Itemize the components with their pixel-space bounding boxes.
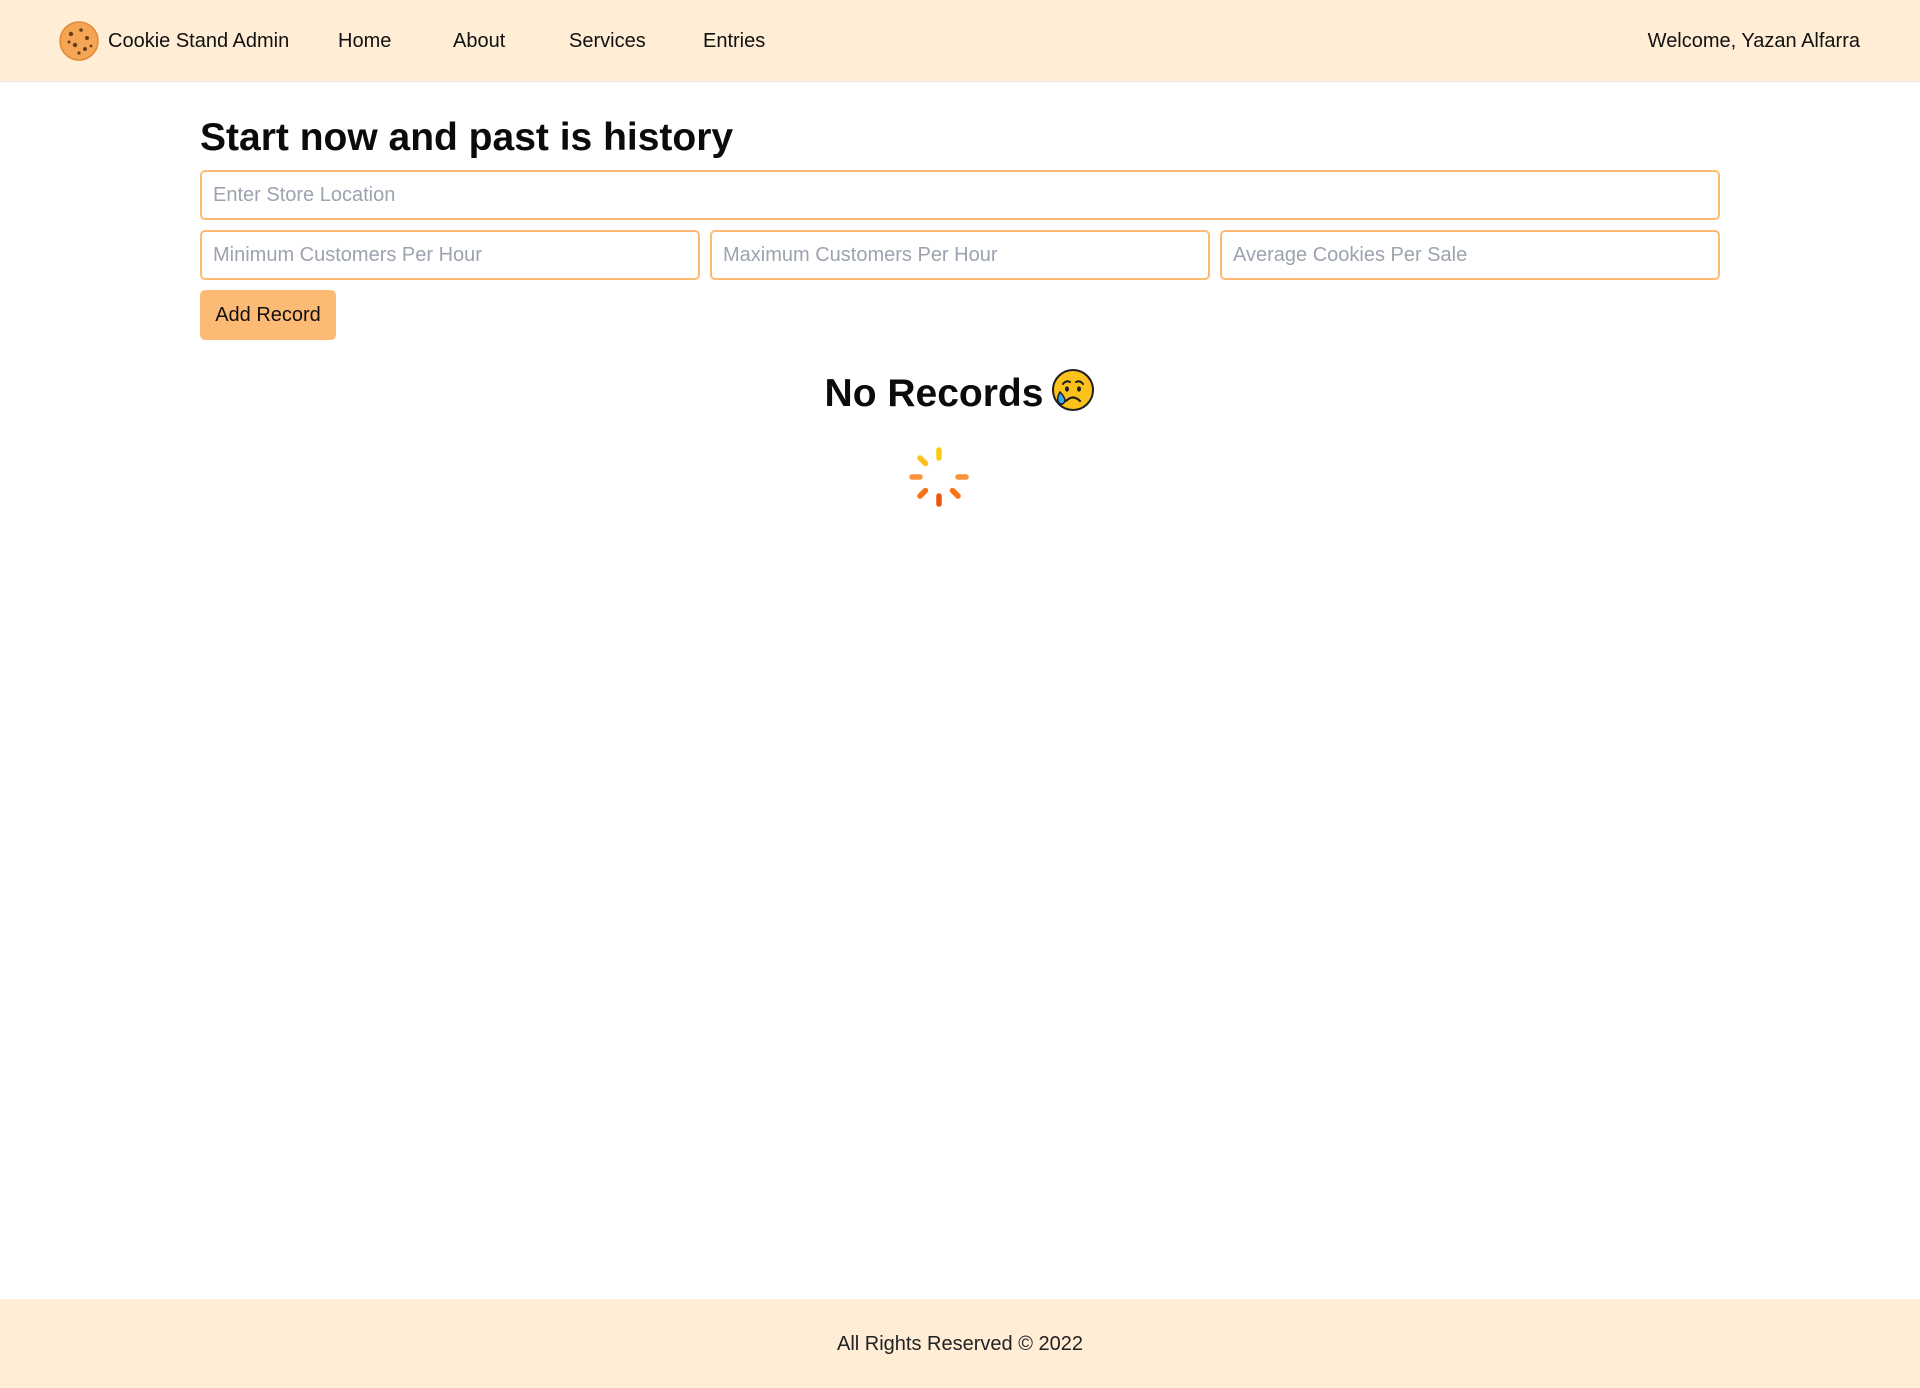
empty-state-text: No Records	[824, 372, 1044, 415]
cookie-icon	[59, 21, 99, 61]
add-record-button[interactable]: Add Record	[200, 290, 336, 340]
brand-label: Cookie Stand Admin	[108, 29, 290, 52]
loading-spinner-icon	[909, 447, 969, 507]
store-location-input[interactable]	[200, 170, 1720, 220]
nav-link-about[interactable]: About	[453, 28, 505, 54]
empty-state-heading: No Records	[0, 366, 1920, 422]
min-customers-input[interactable]	[200, 230, 700, 280]
avg-cookies-input[interactable]	[1220, 230, 1720, 280]
top-navbar: Cookie Stand Admin Home About Services E…	[0, 0, 1920, 82]
sad-tear-face-icon	[1052, 369, 1095, 411]
nav-link-entries[interactable]: Entries	[703, 28, 765, 54]
brand-link[interactable]: Cookie Stand Admin	[59, 20, 289, 62]
nav-link-services[interactable]: Services	[569, 28, 646, 54]
page-title: Start now and past is history	[200, 116, 734, 159]
max-customers-input[interactable]	[710, 230, 1210, 280]
welcome-message: Welcome, Yazan Alfarra	[1647, 30, 1860, 52]
page-footer: All Rights Reserved © 2022	[0, 1299, 1920, 1388]
nav-link-home[interactable]: Home	[338, 28, 391, 54]
footer-copyright: All Rights Reserved © 2022	[837, 1333, 1083, 1355]
